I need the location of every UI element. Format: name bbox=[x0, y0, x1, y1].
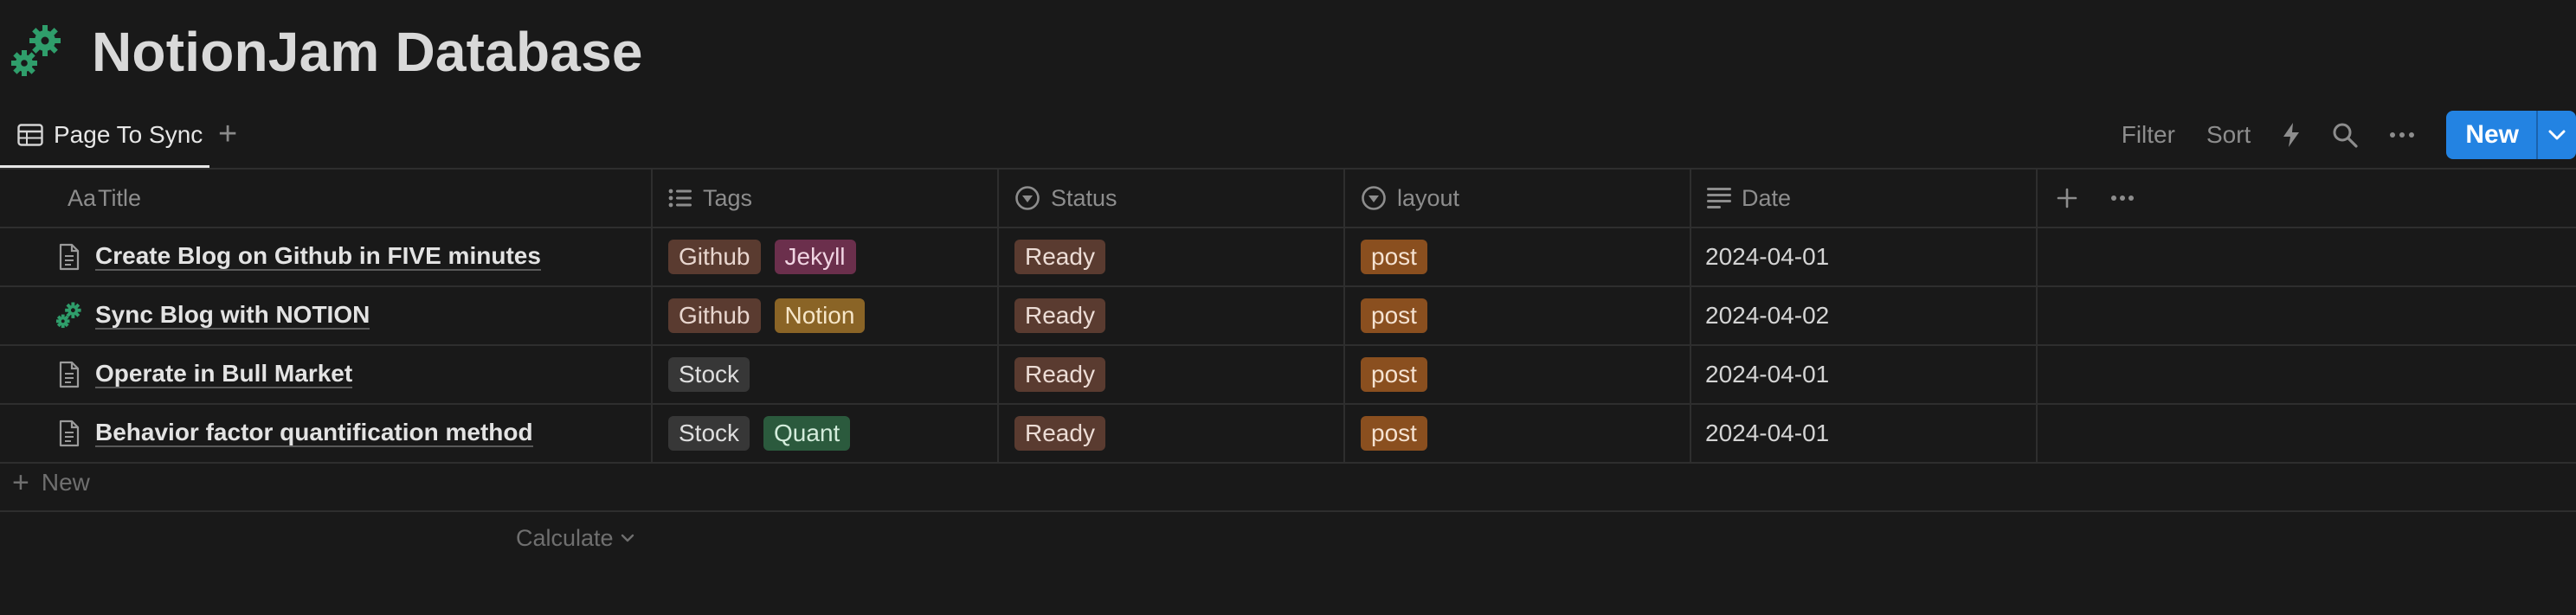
layout-cell[interactable]: post bbox=[1343, 346, 1690, 403]
tab-label: Page To Sync bbox=[54, 121, 203, 148]
column-header-layout[interactable]: layout bbox=[1343, 170, 1690, 227]
empty-cell bbox=[2036, 287, 2576, 344]
tags-cell[interactable]: Github Notion bbox=[651, 287, 997, 344]
status-cell[interactable]: Ready bbox=[997, 228, 1343, 285]
tab-page-to-sync[interactable]: Page To Sync bbox=[0, 102, 209, 168]
title-cell[interactable]: Sync Blog with NOTION bbox=[0, 287, 651, 344]
table-row[interactable]: Operate in Bull Market Stock Ready post … bbox=[0, 346, 2576, 405]
tag-stock: Stock bbox=[668, 357, 750, 392]
date-cell[interactable]: 2024-04-01 bbox=[1690, 346, 2036, 403]
table-row[interactable]: Sync Blog with NOTION Github Notion Read… bbox=[0, 287, 2576, 346]
document-icon bbox=[55, 360, 83, 389]
title-cell[interactable]: Create Blog on Github in FIVE minutes bbox=[0, 228, 651, 285]
calculate-button[interactable]: Calculate bbox=[516, 522, 634, 554]
column-header-date[interactable]: Date bbox=[1690, 170, 2036, 227]
tag-github: Github bbox=[668, 240, 761, 274]
column-header-actions bbox=[2036, 170, 2576, 227]
date-cell[interactable]: 2024-04-02 bbox=[1690, 287, 2036, 344]
add-row-button[interactable]: + New bbox=[0, 455, 2576, 512]
layout-cell[interactable]: post bbox=[1343, 287, 1690, 344]
status-badge: Ready bbox=[1014, 240, 1105, 274]
gears-icon[interactable] bbox=[9, 22, 66, 82]
status-cell[interactable]: Ready bbox=[997, 346, 1343, 403]
document-icon bbox=[55, 419, 83, 448]
column-label: Status bbox=[1051, 184, 1117, 211]
select-icon bbox=[1361, 185, 1387, 211]
new-button[interactable]: New bbox=[2446, 111, 2576, 159]
status-badge: Ready bbox=[1014, 416, 1105, 451]
text-property-icon: Aa bbox=[68, 184, 97, 211]
layout-cell[interactable]: post bbox=[1343, 405, 1690, 462]
tag-jekyll: Jekyll bbox=[774, 240, 856, 274]
tag-github: Github bbox=[668, 298, 761, 333]
select-icon bbox=[1014, 185, 1040, 211]
tag-notion: Notion bbox=[774, 298, 866, 333]
more-icon[interactable] bbox=[2389, 131, 2415, 138]
layout-badge: post bbox=[1361, 357, 1427, 392]
new-button-label[interactable]: New bbox=[2446, 111, 2536, 159]
date-property-icon bbox=[1707, 188, 1731, 208]
title-cell[interactable]: Behavior factor quantification method bbox=[0, 405, 651, 462]
chevron-down-icon[interactable] bbox=[2538, 111, 2576, 159]
plus-icon: + bbox=[12, 465, 29, 499]
title-cell[interactable]: Operate in Bull Market bbox=[0, 346, 651, 403]
column-label: Tags bbox=[703, 184, 753, 211]
column-header-title[interactable]: Aa Title bbox=[0, 170, 651, 227]
layout-badge: post bbox=[1361, 298, 1427, 333]
add-property-icon[interactable] bbox=[2057, 188, 2077, 208]
row-title[interactable]: Create Blog on Github in FIVE minutes bbox=[95, 243, 541, 271]
search-icon[interactable] bbox=[2332, 122, 2358, 148]
tag-quant: Quant bbox=[763, 416, 851, 451]
table-header-row: Aa Title Tags Status layout Date bbox=[0, 168, 2576, 228]
sort-button[interactable]: Sort bbox=[2206, 121, 2251, 149]
date-value: 2024-04-02 bbox=[1705, 302, 1830, 329]
document-icon bbox=[55, 242, 83, 272]
column-label: layout bbox=[1397, 184, 1460, 211]
add-view-button[interactable]: + bbox=[218, 118, 237, 151]
row-title[interactable]: Operate in Bull Market bbox=[95, 361, 353, 388]
date-value: 2024-04-01 bbox=[1705, 243, 1830, 270]
layout-cell[interactable]: post bbox=[1343, 228, 1690, 285]
chevron-down-icon bbox=[621, 534, 634, 542]
list-icon bbox=[668, 189, 692, 208]
table-row[interactable]: Create Blog on Github in FIVE minutes Gi… bbox=[0, 228, 2576, 287]
status-badge: Ready bbox=[1014, 357, 1105, 392]
column-header-tags[interactable]: Tags bbox=[651, 170, 997, 227]
toolbar: Filter Sort New bbox=[2122, 109, 2576, 161]
layout-badge: post bbox=[1361, 416, 1427, 451]
database-table: Aa Title Tags Status layout Date Create … bbox=[0, 168, 2576, 464]
tag-stock: Stock bbox=[668, 416, 750, 451]
tags-cell[interactable]: Github Jekyll bbox=[651, 228, 997, 285]
date-value: 2024-04-01 bbox=[1705, 361, 1830, 388]
empty-cell bbox=[2036, 228, 2576, 285]
page-header: NotionJam Database bbox=[9, 16, 643, 88]
date-cell[interactable]: 2024-04-01 bbox=[1690, 228, 2036, 285]
row-title[interactable]: Behavior factor quantification method bbox=[95, 420, 533, 447]
empty-cell bbox=[2036, 346, 2576, 403]
table-icon bbox=[17, 124, 43, 146]
status-cell[interactable]: Ready bbox=[997, 405, 1343, 462]
new-row-label: New bbox=[41, 469, 90, 496]
more-icon[interactable] bbox=[2110, 195, 2135, 202]
column-header-status[interactable]: Status bbox=[997, 170, 1343, 227]
view-bar: Page To Sync + Filter Sort New bbox=[0, 102, 2576, 168]
column-label: Title bbox=[98, 184, 142, 211]
row-title[interactable]: Sync Blog with NOTION bbox=[95, 302, 370, 330]
date-value: 2024-04-01 bbox=[1705, 420, 1830, 446]
gears-icon bbox=[55, 301, 83, 330]
layout-badge: post bbox=[1361, 240, 1427, 274]
status-cell[interactable]: Ready bbox=[997, 287, 1343, 344]
column-label: Date bbox=[1742, 184, 1792, 211]
date-cell[interactable]: 2024-04-01 bbox=[1690, 405, 2036, 462]
status-badge: Ready bbox=[1014, 298, 1105, 333]
empty-cell bbox=[2036, 405, 2576, 462]
page-title[interactable]: NotionJam Database bbox=[92, 20, 643, 84]
filter-button[interactable]: Filter bbox=[2122, 121, 2175, 149]
tags-cell[interactable]: Stock bbox=[651, 346, 997, 403]
automation-icon[interactable] bbox=[2282, 122, 2301, 148]
calculate-label: Calculate bbox=[516, 524, 614, 551]
tags-cell[interactable]: Stock Quant bbox=[651, 405, 997, 462]
